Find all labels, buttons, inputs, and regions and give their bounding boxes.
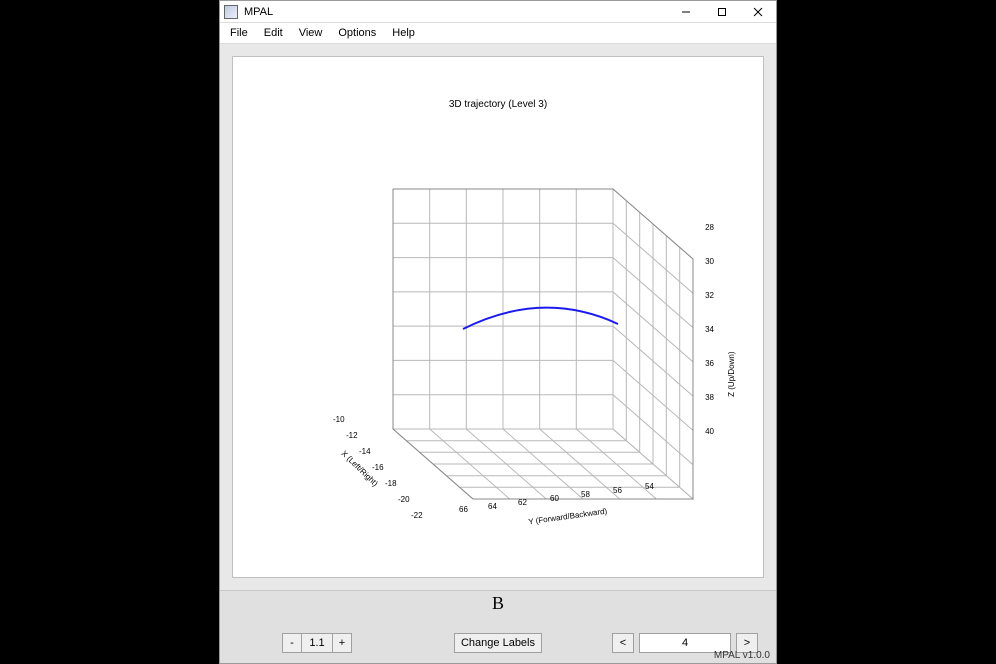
menu-view[interactable]: View [291,25,331,41]
minimize-button[interactable] [668,1,704,23]
plot-3d [283,129,713,578]
z-tick: 38 [705,393,714,402]
y-tick: 66 [459,505,468,514]
titlebar: MPAL [220,1,776,23]
app-icon [224,5,238,19]
zoom-out-button[interactable]: - [282,633,302,653]
y-tick: 56 [613,486,622,495]
z-tick: 32 [705,291,714,300]
x-tick: -16 [372,463,384,472]
window-title: MPAL [244,6,668,18]
content-area: 3D trajectory (Level 3) [220,44,776,590]
app-window: MPAL File Edit View Options Help 3D traj… [219,0,777,664]
z-axis-label: Z (Up/Down) [727,352,736,397]
prev-button[interactable]: < [612,633,634,653]
y-tick: 62 [518,498,527,507]
zoom-value: 1.1 [302,633,332,653]
menubar: File Edit View Options Help [220,23,776,44]
menu-edit[interactable]: Edit [256,25,291,41]
y-tick: 58 [581,490,590,499]
z-tick: 40 [705,427,714,436]
x-tick: -14 [359,447,371,456]
z-tick: 36 [705,359,714,368]
plot-title: 3D trajectory (Level 3) [233,99,763,110]
zoom-in-button[interactable]: + [332,633,352,653]
x-tick: -10 [333,415,345,424]
z-tick: 30 [705,257,714,266]
panel-letter: B [220,593,776,614]
menu-file[interactable]: File [222,25,256,41]
y-tick: 64 [488,502,497,511]
plot-canvas[interactable]: 3D trajectory (Level 3) [232,56,764,578]
change-labels-button[interactable]: Change Labels [454,633,542,653]
z-tick: 28 [705,223,714,232]
x-tick: -20 [398,495,410,504]
y-tick: 60 [550,494,559,503]
zoom-group: - 1.1 + [282,633,352,653]
z-tick: 34 [705,325,714,334]
close-button[interactable] [740,1,776,23]
menu-options[interactable]: Options [330,25,384,41]
x-tick: -12 [346,431,358,440]
maximize-button[interactable] [704,1,740,23]
bottom-bar: B - 1.1 + Change Labels < 4 > MPAL v1.0.… [220,590,776,663]
menu-help[interactable]: Help [384,25,423,41]
y-tick: 54 [645,482,654,491]
version-label: MPAL v1.0.0 [714,650,770,661]
viewport: MPAL File Edit View Options Help 3D traj… [0,0,996,664]
x-tick: -18 [385,479,397,488]
x-tick: -22 [411,511,423,520]
